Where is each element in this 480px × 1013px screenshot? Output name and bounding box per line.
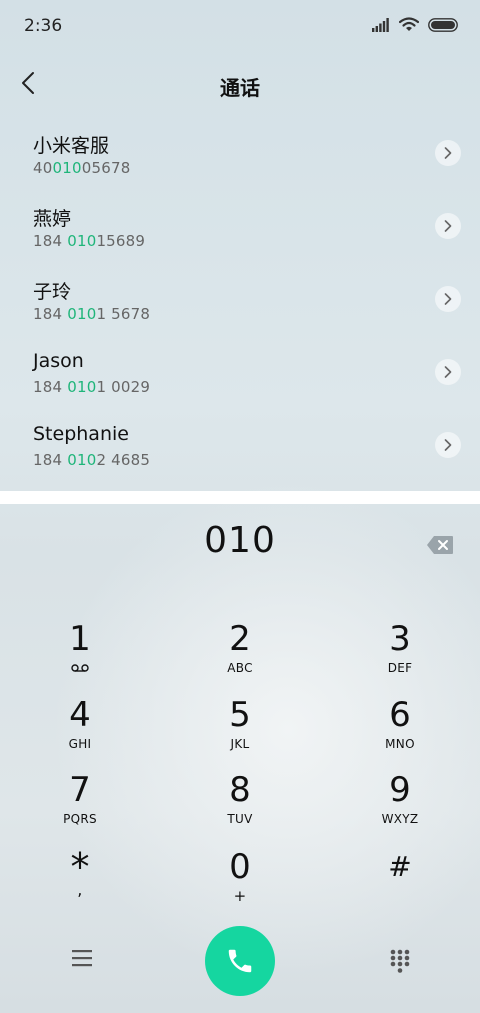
voicemail-icon bbox=[71, 664, 89, 672]
key-digit: 3 bbox=[389, 619, 411, 659]
key-digit: # bbox=[388, 850, 412, 883]
key-letters: ABC bbox=[227, 661, 253, 675]
contact-details-button[interactable] bbox=[435, 286, 461, 312]
key-5[interactable]: 5 JKL bbox=[180, 696, 300, 766]
contact-details-button[interactable] bbox=[435, 213, 461, 239]
key-digit: 1 bbox=[69, 619, 91, 659]
header: 通话 bbox=[0, 52, 480, 116]
key-letters: GHI bbox=[68, 737, 92, 751]
key-0[interactable]: 0 + bbox=[180, 848, 300, 918]
key-digit: 2 bbox=[229, 619, 251, 659]
number-match-highlight: 010 bbox=[52, 159, 82, 177]
chevron-right-icon bbox=[444, 147, 452, 159]
status-icons bbox=[372, 17, 458, 32]
contact-number: 184 0101 5678 bbox=[33, 305, 151, 323]
key-star[interactable]: * , bbox=[20, 848, 140, 918]
key-digit: 7 bbox=[69, 770, 91, 810]
contact-row[interactable]: 子玲 184 0101 5678 bbox=[0, 264, 480, 337]
key-3[interactable]: 3 DEF bbox=[340, 620, 460, 690]
key-digit: 4 bbox=[69, 695, 91, 735]
contact-number: 184 0102 4685 bbox=[33, 451, 151, 469]
contact-suggestions-list: 小米客服 4001005678 燕婷 184 01015689 子玲 184 0… bbox=[0, 118, 480, 491]
contact-name: 燕婷 bbox=[33, 208, 72, 230]
key-4[interactable]: 4 GHI bbox=[20, 696, 140, 766]
key-letters: DEF bbox=[387, 661, 413, 675]
key-6[interactable]: 6 MNO bbox=[340, 696, 460, 766]
contact-name: Stephanie bbox=[33, 423, 129, 445]
key-digit: 9 bbox=[389, 770, 411, 810]
key-2[interactable]: 2 ABC bbox=[180, 620, 300, 690]
chevron-right-icon bbox=[444, 293, 452, 305]
contact-number: 184 0101 0029 bbox=[33, 378, 151, 396]
number-match-highlight: 010 bbox=[67, 451, 97, 469]
dialed-number-display: 010 bbox=[204, 520, 276, 561]
key-digit: 5 bbox=[229, 695, 251, 735]
status-bar: 2:36 bbox=[0, 0, 480, 52]
key-letters: + bbox=[233, 887, 247, 905]
key-7[interactable]: 7 PQRS bbox=[20, 771, 140, 841]
chevron-right-icon bbox=[444, 220, 452, 232]
contact-details-button[interactable] bbox=[435, 140, 461, 166]
wifi-icon bbox=[399, 17, 419, 31]
panel-divider bbox=[0, 491, 480, 504]
chevron-right-icon bbox=[444, 366, 452, 378]
key-letters: MNO bbox=[385, 737, 415, 751]
backspace-icon[interactable] bbox=[426, 535, 454, 555]
key-9[interactable]: 9 WXYZ bbox=[340, 771, 460, 841]
contact-name: 子玲 bbox=[33, 281, 72, 303]
contact-name: Jason bbox=[33, 350, 84, 372]
menu-icon[interactable] bbox=[70, 946, 94, 970]
contact-row[interactable]: Stephanie 184 0102 4685 bbox=[0, 410, 480, 483]
number-match-highlight: 010 bbox=[67, 378, 97, 396]
contact-row[interactable]: 小米客服 4001005678 bbox=[0, 118, 480, 191]
contact-name: 小米客服 bbox=[33, 135, 110, 157]
key-digit: 0 bbox=[229, 847, 251, 887]
contact-row[interactable]: 燕婷 184 01015689 bbox=[0, 191, 480, 264]
contact-details-button[interactable] bbox=[435, 432, 461, 458]
battery-icon bbox=[428, 17, 458, 32]
key-digit: 6 bbox=[389, 695, 411, 735]
contact-number: 184 01015689 bbox=[33, 232, 146, 250]
key-1[interactable]: 1 bbox=[20, 620, 140, 690]
page-title: 通话 bbox=[220, 76, 260, 100]
status-time: 2:36 bbox=[24, 16, 63, 36]
key-hash[interactable]: # bbox=[340, 848, 460, 918]
signal-icon bbox=[372, 17, 389, 32]
key-letters: WXYZ bbox=[381, 812, 419, 826]
number-match-highlight: 010 bbox=[67, 232, 97, 250]
key-digit: 8 bbox=[229, 770, 251, 810]
phone-icon bbox=[228, 949, 252, 973]
dialpad-icon[interactable] bbox=[388, 948, 412, 974]
contact-number: 4001005678 bbox=[33, 159, 131, 177]
contact-details-button[interactable] bbox=[435, 359, 461, 385]
contact-row[interactable]: Jason 184 0101 0029 bbox=[0, 337, 480, 410]
key-letters: JKL bbox=[230, 737, 250, 751]
call-button[interactable] bbox=[205, 926, 275, 996]
key-letters: PQRS bbox=[63, 812, 97, 826]
chevron-right-icon bbox=[444, 439, 452, 451]
number-match-highlight: 010 bbox=[67, 305, 97, 323]
key-8[interactable]: 8 TUV bbox=[180, 771, 300, 841]
key-letters: , bbox=[77, 880, 83, 899]
key-letters: TUV bbox=[227, 812, 253, 826]
